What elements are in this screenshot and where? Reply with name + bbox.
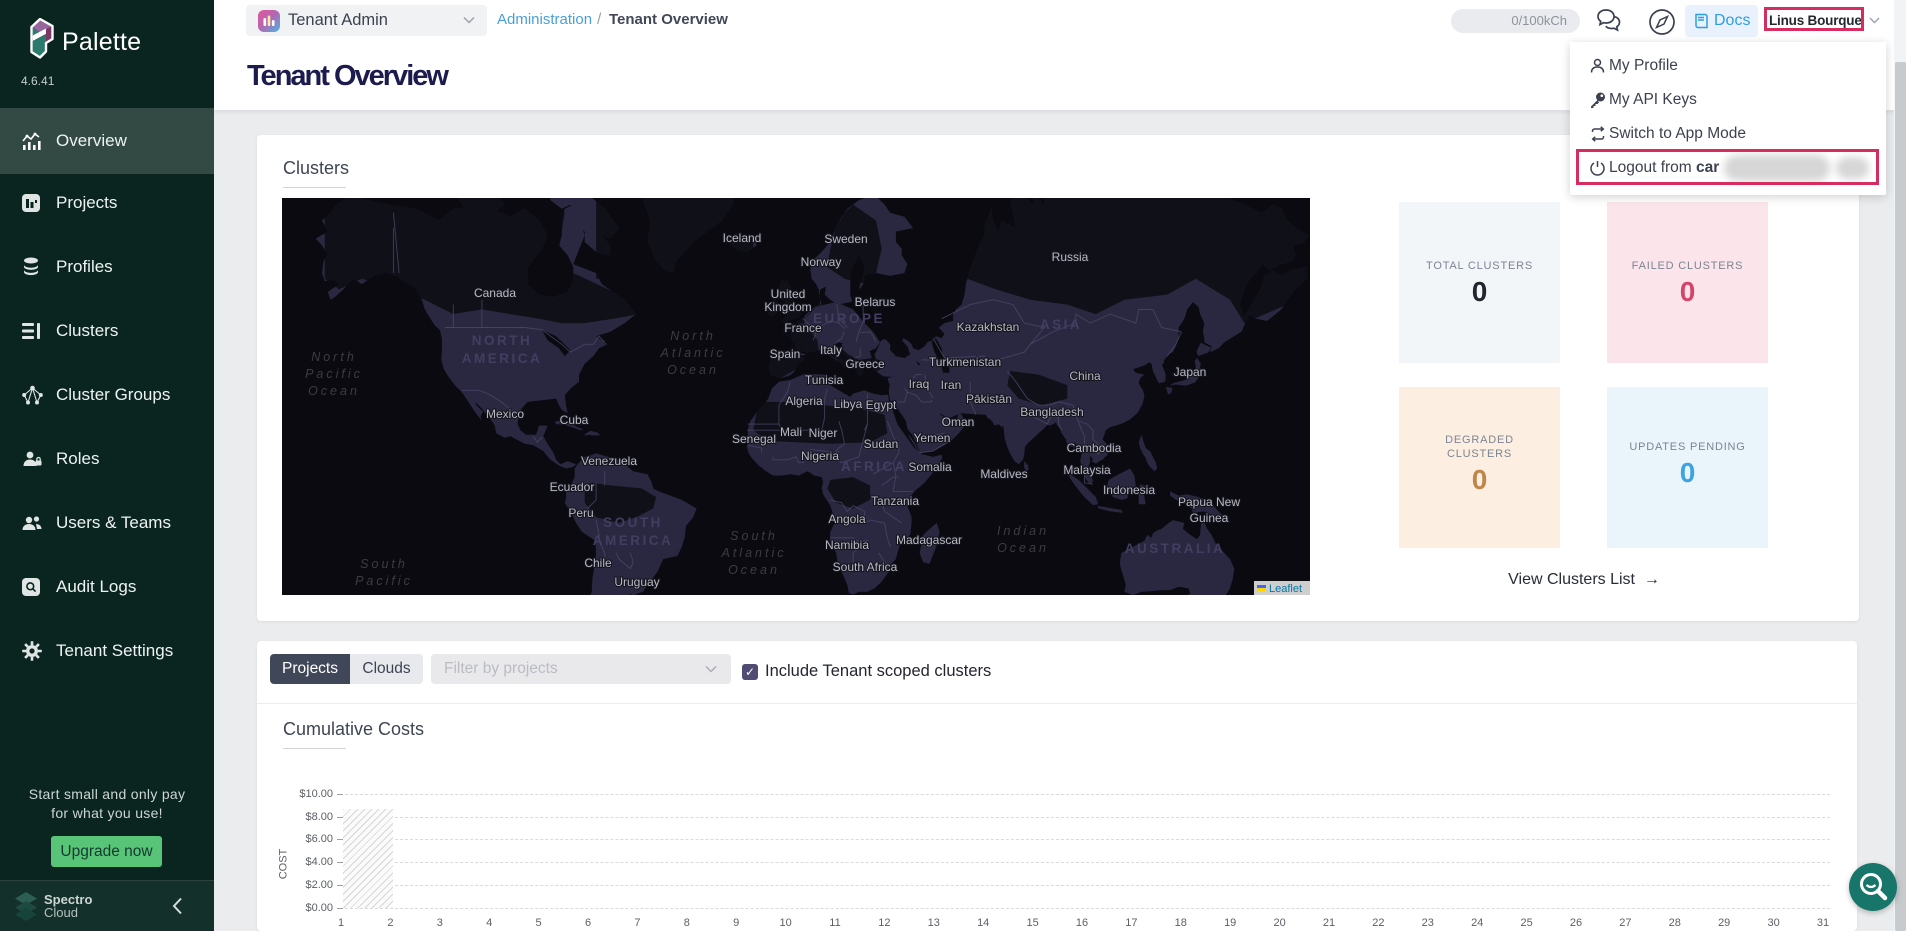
svg-text:Norway: Norway	[801, 255, 842, 269]
svg-text:Ocean: Ocean	[308, 384, 360, 398]
svg-text:NORTH: NORTH	[472, 333, 533, 348]
svg-text:North: North	[311, 350, 357, 364]
svg-text:United: United	[771, 287, 806, 301]
svg-text:Papua New: Papua New	[1178, 495, 1240, 509]
svg-text:Libya: Libya	[834, 397, 863, 411]
svg-text:Pacific: Pacific	[355, 574, 413, 588]
svg-text:Pākistān: Pākistān	[966, 392, 1012, 406]
svg-text:South Africa: South Africa	[833, 560, 898, 574]
svg-text:Iceland: Iceland	[723, 231, 762, 245]
svg-text:South: South	[730, 529, 778, 543]
svg-text:Angola: Angola	[828, 512, 866, 526]
svg-text:Mali: Mali	[780, 425, 802, 439]
svg-text:Japan: Japan	[1174, 365, 1207, 379]
svg-text:Uruguay: Uruguay	[614, 575, 659, 589]
svg-text:Maldives: Maldives	[980, 467, 1027, 481]
svg-text:Tanzania: Tanzania	[871, 494, 919, 508]
svg-text:Sudan: Sudan	[864, 437, 899, 451]
svg-text:Oman: Oman	[942, 415, 975, 429]
svg-text:Peru: Peru	[568, 506, 593, 520]
svg-text:Guinea: Guinea	[1190, 511, 1229, 525]
svg-text:EUROPE: EUROPE	[813, 311, 885, 326]
svg-text:Tunisia: Tunisia	[805, 373, 844, 387]
svg-text:Iraq: Iraq	[909, 377, 930, 391]
svg-text:Madagascar: Madagascar	[896, 533, 962, 547]
svg-text:South: South	[360, 557, 408, 571]
svg-text:Canada: Canada	[474, 286, 516, 300]
svg-text:AFRICA: AFRICA	[841, 459, 907, 474]
svg-text:Iran: Iran	[941, 378, 962, 392]
svg-text:Yemen: Yemen	[914, 431, 951, 445]
svg-text:Senegal: Senegal	[732, 432, 776, 446]
svg-text:Mexico: Mexico	[486, 407, 524, 421]
svg-text:Indian: Indian	[997, 524, 1049, 538]
svg-text:Kingdom: Kingdom	[764, 300, 811, 314]
svg-text:Venezuela: Venezuela	[581, 454, 637, 468]
svg-text:Belarus: Belarus	[855, 295, 896, 309]
svg-text:Pacific: Pacific	[305, 367, 363, 381]
svg-text:Bangladesh: Bangladesh	[1020, 405, 1083, 419]
svg-text:AUSTRALIA: AUSTRALIA	[1125, 541, 1226, 556]
svg-text:Somalia: Somalia	[908, 460, 952, 474]
svg-text:Malaysia: Malaysia	[1063, 463, 1111, 477]
svg-text:Greece: Greece	[845, 357, 885, 371]
svg-text:Egypt: Egypt	[866, 398, 897, 412]
svg-text:SOUTH: SOUTH	[603, 515, 663, 530]
svg-text:AMERICA: AMERICA	[462, 351, 543, 366]
svg-text:Ocean: Ocean	[728, 563, 780, 577]
svg-text:Namibia: Namibia	[825, 538, 869, 552]
svg-text:ASIA: ASIA	[1040, 317, 1082, 332]
svg-text:Cuba: Cuba	[560, 413, 589, 427]
svg-text:Atlantic: Atlantic	[721, 546, 787, 560]
svg-text:Ecuador: Ecuador	[550, 480, 595, 494]
svg-text:Italy: Italy	[820, 343, 842, 357]
svg-text:Kazakhstan: Kazakhstan	[957, 320, 1020, 334]
svg-text:Leaflet: Leaflet	[1269, 583, 1302, 595]
svg-text:Chile: Chile	[584, 556, 612, 570]
svg-text:Sweden: Sweden	[824, 232, 867, 246]
svg-text:Russia: Russia	[1052, 250, 1089, 264]
svg-text:Spain: Spain	[770, 347, 801, 361]
svg-text:Algeria: Algeria	[785, 394, 823, 408]
svg-text:Indonesia: Indonesia	[1103, 483, 1155, 497]
svg-text:North: North	[670, 329, 716, 343]
svg-text:China: China	[1069, 369, 1101, 383]
svg-text:Ocean: Ocean	[997, 541, 1049, 555]
svg-text:Nigeria: Nigeria	[801, 449, 839, 463]
svg-text:AMERICA: AMERICA	[593, 533, 674, 548]
svg-text:Ocean: Ocean	[667, 363, 719, 377]
svg-text:Niger: Niger	[809, 426, 838, 440]
svg-text:Turkmenistan: Turkmenistan	[929, 355, 1001, 369]
svg-text:Atlantic: Atlantic	[660, 346, 726, 360]
svg-text:Cambodia: Cambodia	[1067, 441, 1122, 455]
